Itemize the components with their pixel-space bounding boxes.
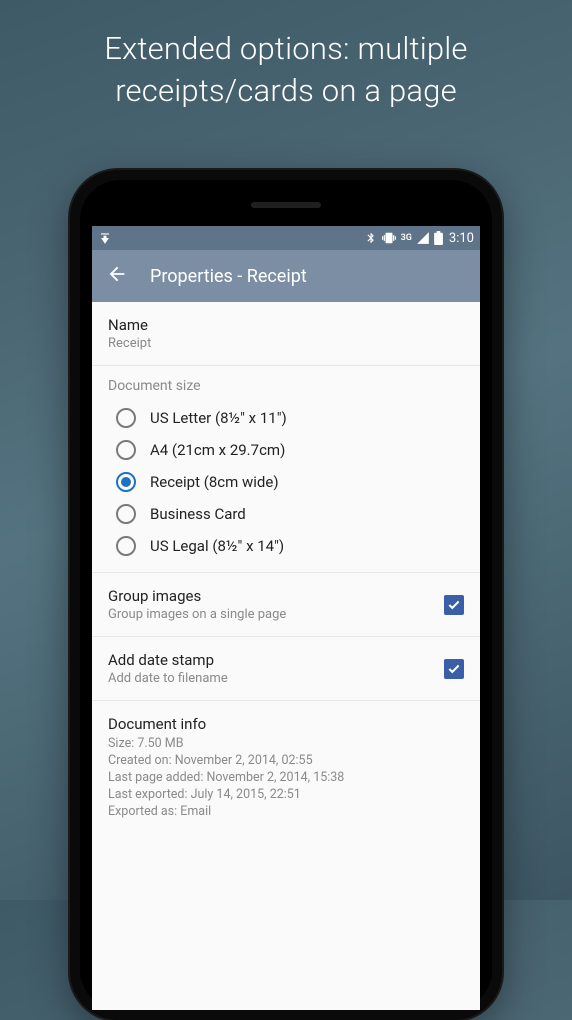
size-option-business-card[interactable]: Business Card [108,498,464,530]
battery-icon [434,231,443,245]
size-option-receipt[interactable]: Receipt (8cm wide) [108,466,464,498]
content: Name Receipt Document size US Letter (8½… [92,302,480,850]
radio-icon [116,536,136,556]
radio-icon [116,440,136,460]
document-size-section: Document size US Letter (8½" x 11") A4 (… [92,366,480,573]
size-option-a4[interactable]: A4 (21cm x 29.7cm) [108,434,464,466]
back-arrow-icon[interactable] [106,263,128,289]
radio-icon [116,472,136,492]
date-stamp-subtitle: Add date to filename [108,671,444,686]
checkbox-checked-icon[interactable] [444,595,464,615]
radio-label: Business Card [150,505,246,523]
name-section[interactable]: Name Receipt [92,302,480,366]
screen: 3G 3:10 Properties - Receipt [92,226,480,1010]
checkbox-checked-icon[interactable] [444,659,464,679]
document-size-header: Document size [108,378,464,394]
radio-label: US Legal (8½" x 14") [150,537,284,555]
network-label: 3G [401,233,412,243]
info-last-page: Last page added: November 2, 2014, 15:38 [108,770,464,787]
promo-line1: Extended options: multiple [20,28,552,70]
radio-label: Receipt (8cm wide) [150,473,279,491]
radio-label: US Letter (8½" x 11") [150,409,287,427]
info-last-exported: Last exported: July 14, 2015, 22:51 [108,787,464,804]
radio-icon [116,504,136,524]
group-images-title: Group images [108,587,444,605]
phone-speaker [251,202,321,208]
info-exported-as: Exported as: Email [108,804,464,821]
size-option-us-legal[interactable]: US Legal (8½" x 14") [108,530,464,562]
clock: 3:10 [449,231,474,246]
promo-text: Extended options: multiple receipts/card… [0,0,572,112]
download-icon [98,231,112,245]
size-option-us-letter[interactable]: US Letter (8½" x 11") [108,402,464,434]
group-images-subtitle: Group images on a single page [108,607,444,622]
signal-icon [416,231,430,245]
info-size: Size: 7.50 MB [108,736,464,753]
bluetooth-icon [365,231,377,245]
date-stamp-title: Add date stamp [108,651,444,669]
radio-label: A4 (21cm x 29.7cm) [150,441,285,459]
vibrate-icon [381,231,397,245]
promo-line2: receipts/cards on a page [20,70,552,112]
app-title: Properties - Receipt [150,266,307,287]
app-bar: Properties - Receipt [92,250,480,302]
name-value: Receipt [108,336,464,351]
document-info-header: Document info [108,715,464,733]
radio-icon [116,408,136,428]
phone-frame: 3G 3:10 Properties - Receipt [70,170,502,1020]
group-images-row[interactable]: Group images Group images on a single pa… [92,573,480,637]
status-bar: 3G 3:10 [92,226,480,250]
info-created: Created on: November 2, 2014, 02:55 [108,753,464,770]
date-stamp-row[interactable]: Add date stamp Add date to filename [92,637,480,701]
document-info-section: Document info Size: 7.50 MB Created on: … [92,701,480,850]
name-label: Name [108,316,464,334]
